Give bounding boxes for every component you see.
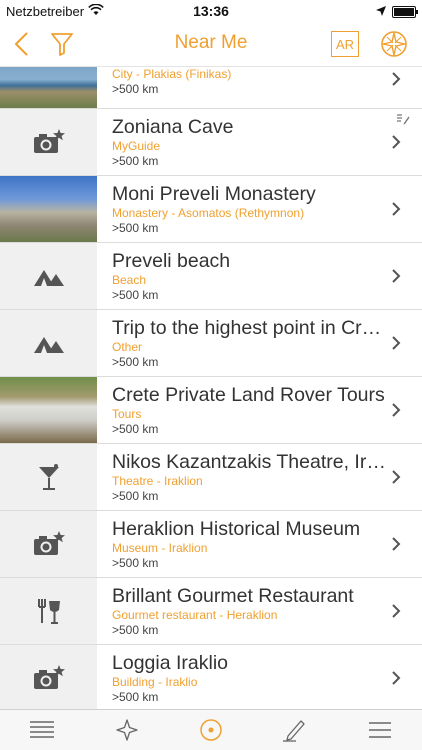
item-distance: >500 km <box>112 288 159 302</box>
chevron-right-icon <box>392 202 401 216</box>
item-text: Crete Private Land Rover Tours Tours >50… <box>112 383 386 437</box>
chevron-right-icon <box>392 470 401 484</box>
places-list: City - Plakias (Finikas) >500 km Zoniana… <box>0 67 422 710</box>
tab-near-me[interactable] <box>169 710 253 750</box>
chevron-right-icon <box>392 72 401 86</box>
place-photo <box>0 377 97 443</box>
item-name: Heraklion Historical Museum <box>112 518 361 540</box>
compass-icon <box>381 31 407 57</box>
list-item[interactable]: Crete Private Land Rover Tours Tours >50… <box>0 377 422 444</box>
tab-menu[interactable] <box>338 710 422 750</box>
item-name: Preveli beach <box>112 250 231 272</box>
chevron-right-icon <box>392 537 401 551</box>
tab-favorites[interactable] <box>84 710 168 750</box>
item-name: Crete Private Land Rover Tours <box>112 384 385 406</box>
list-item[interactable]: Trip to the highest point in Crete Other… <box>0 310 422 377</box>
tent-icon <box>33 270 64 286</box>
item-name: Nikos Kazantzakis Theatre, Iraklion <box>112 451 386 473</box>
status-time: 13:36 <box>193 3 229 19</box>
item-text: Heraklion Historical Museum Museum - Ira… <box>112 517 386 571</box>
item-distance: >500 km <box>112 82 159 96</box>
status-bar: Netzbetreiber 13:36 <box>0 0 422 22</box>
tab-list[interactable] <box>0 710 84 750</box>
item-name: Trip to the highest point in Crete <box>112 317 386 339</box>
location-arrow-icon <box>376 4 386 19</box>
item-name: Brillant Gourmet Restaurant <box>112 585 354 607</box>
thumb-camera <box>0 511 97 577</box>
item-category: Other <box>112 340 143 354</box>
item-text: Preveli beach Beach >500 km <box>112 249 386 303</box>
item-category: Building - Iraklio <box>112 675 198 689</box>
place-photo <box>0 67 97 108</box>
list-item[interactable]: Preveli beach Beach >500 km <box>0 243 422 310</box>
list-item[interactable]: Heraklion Historical Museum Museum - Ira… <box>0 511 422 578</box>
list-item[interactable]: Loggia Iraklio Building - Iraklio >500 k… <box>0 645 422 710</box>
pen-icon <box>283 720 306 742</box>
list-icon <box>30 721 55 738</box>
list-item[interactable]: Brillant Gourmet Restaurant Gourmet rest… <box>0 578 422 645</box>
item-category: MyGuide <box>112 139 161 153</box>
item-distance: >500 km <box>112 489 159 503</box>
item-name: Loggia Iraklio <box>112 652 228 674</box>
star-icon <box>115 719 138 741</box>
item-name: Zoniana Cave <box>112 116 234 138</box>
chevron-right-icon <box>392 604 401 618</box>
item-text: Trip to the highest point in Crete Other… <box>112 316 386 370</box>
list-item[interactable]: Zoniana Cave MyGuide >500 km <box>0 109 422 176</box>
item-distance: >500 km <box>112 221 159 235</box>
navigation-bar: Near Me AR <box>0 22 422 67</box>
thumb-tent <box>0 243 97 309</box>
chevron-right-icon <box>392 403 401 417</box>
item-text: Nikos Kazantzakis Theatre, Iraklion Thea… <box>112 450 386 504</box>
item-text: Moni Preveli Monastery Monastery - Asoma… <box>112 182 386 236</box>
item-text: Loggia Iraklio Building - Iraklio >500 k… <box>112 651 386 705</box>
item-category: Tours <box>112 407 142 421</box>
ar-button[interactable]: AR <box>330 28 360 60</box>
restaurant-icon <box>37 599 60 624</box>
ar-label: AR <box>331 31 359 57</box>
item-text: Zoniana Cave MyGuide >500 km <box>112 115 386 169</box>
item-distance: >500 km <box>112 422 159 436</box>
place-photo <box>0 176 97 242</box>
tab-bar <box>0 709 422 750</box>
item-category: Museum - Iraklion <box>112 541 208 555</box>
thumb-tent <box>0 310 97 376</box>
tent-icon <box>33 337 64 353</box>
item-category: Monastery - Asomatos (Rethymnon) <box>112 206 305 220</box>
thumb-camera <box>0 109 97 175</box>
camera-star-icon <box>33 129 65 153</box>
camera-star-icon <box>33 531 65 555</box>
thumb-restaurant <box>0 578 97 644</box>
menu-icon <box>368 722 391 738</box>
battery-icon <box>392 5 418 18</box>
item-category: City - Plakias (Finikas) <box>112 67 232 81</box>
item-name: Moni Preveli Monastery <box>112 183 316 205</box>
chevron-right-icon <box>392 269 401 283</box>
item-category: Beach <box>112 273 147 287</box>
near-me-icon <box>200 719 222 741</box>
thumb-cocktail <box>0 444 97 510</box>
item-category: Gourmet restaurant - Heraklion <box>112 608 278 622</box>
item-distance: >500 km <box>112 556 159 570</box>
camera-star-icon <box>33 665 65 689</box>
guide-edit-icon <box>397 114 410 125</box>
chevron-right-icon <box>392 671 401 685</box>
chevron-right-icon <box>392 135 401 149</box>
list-item[interactable]: Nikos Kazantzakis Theatre, Iraklion Thea… <box>0 444 422 511</box>
cocktail-icon <box>38 464 59 490</box>
item-text: Brillant Gourmet Restaurant Gourmet rest… <box>112 584 386 638</box>
list-item[interactable]: City - Plakias (Finikas) >500 km <box>0 67 422 109</box>
thumb-camera <box>0 645 97 710</box>
list-item[interactable]: Moni Preveli Monastery Monastery - Asoma… <box>0 176 422 243</box>
item-category: Theatre - Iraklion <box>112 474 203 488</box>
item-distance: >500 km <box>112 154 159 168</box>
item-distance: >500 km <box>112 623 159 637</box>
item-text: City - Plakias (Finikas) >500 km <box>112 67 386 97</box>
item-distance: >500 km <box>112 355 159 369</box>
status-right <box>376 4 418 19</box>
tab-notes[interactable] <box>253 710 337 750</box>
compass-button[interactable] <box>378 28 410 60</box>
item-distance: >500 km <box>112 690 159 704</box>
chevron-right-icon <box>392 336 401 350</box>
